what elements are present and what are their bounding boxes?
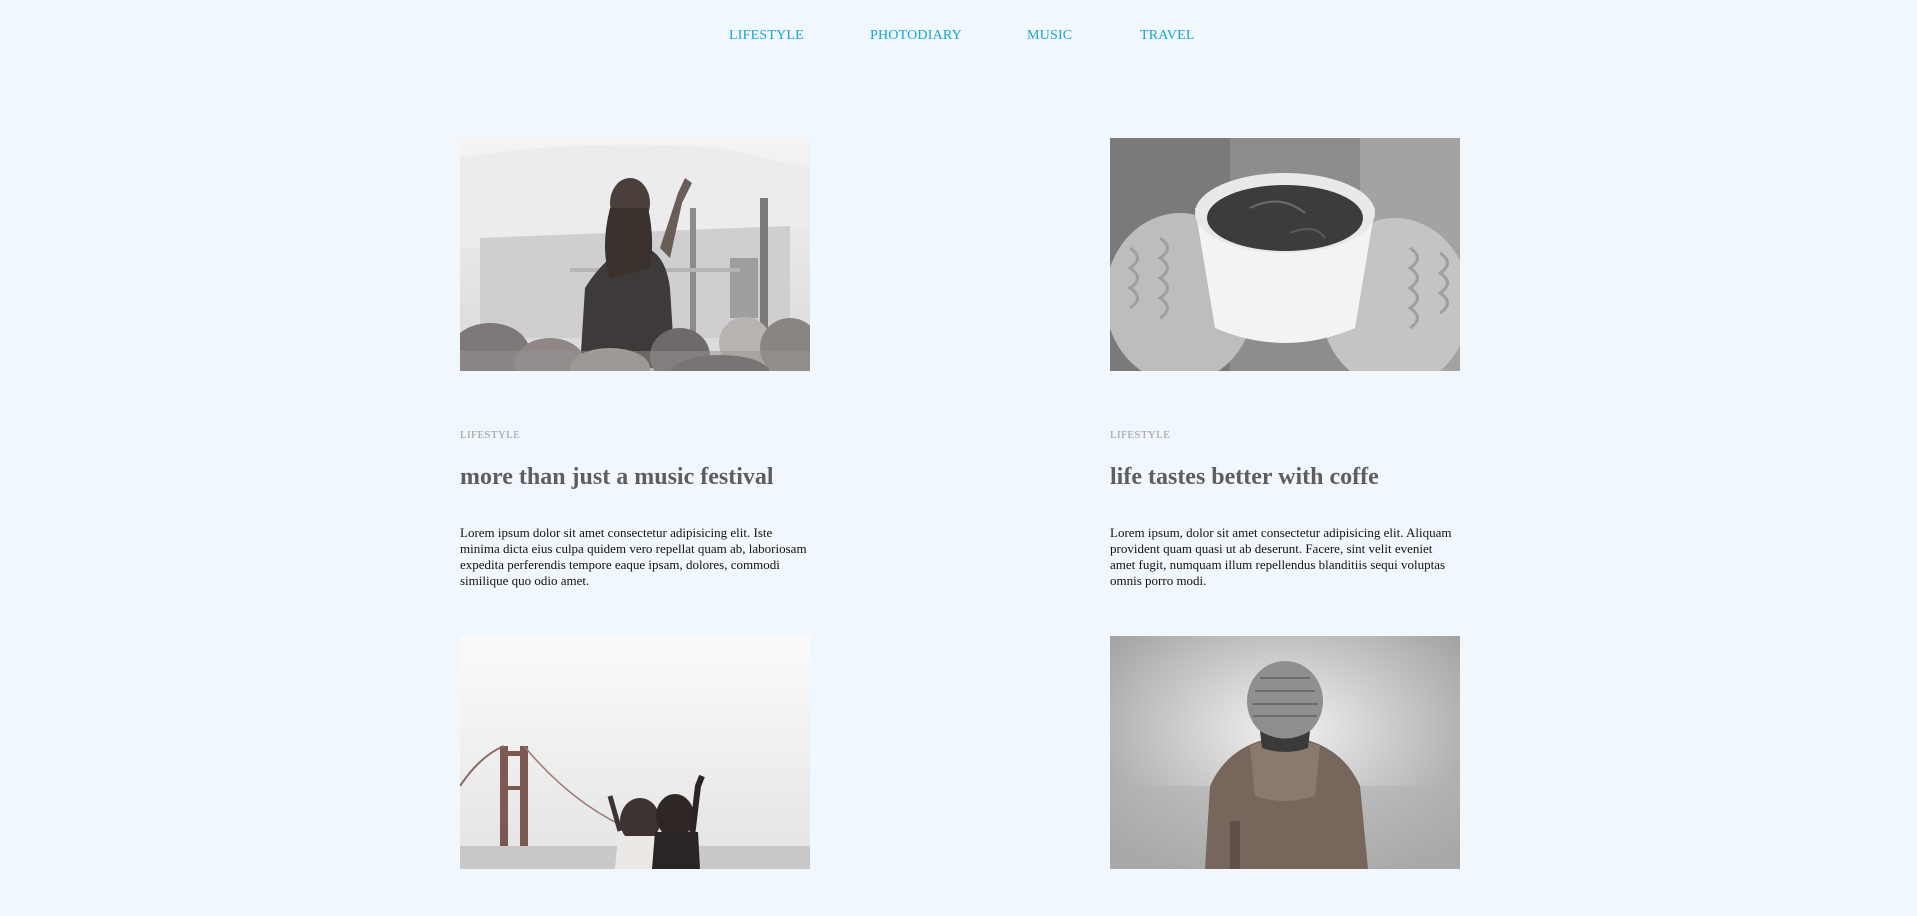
- post-image-person-beanie[interactable]: [1110, 636, 1460, 869]
- nav-link-travel[interactable]: TRAVEL: [1140, 28, 1195, 44]
- post-image-festival-crowd[interactable]: [460, 138, 810, 371]
- post-image-golden-gate-friends[interactable]: [460, 636, 810, 869]
- post-excerpt: Lorem ipsum dolor sit amet consectetur a…: [460, 525, 807, 588]
- post-card-music-festival: LIFESTYLE more than just a music festiva…: [460, 138, 810, 602]
- post-title[interactable]: life tastes better with coffe: [1110, 462, 1460, 492]
- post-card-coffee: LIFESTYLE life tastes better with coffe …: [1110, 138, 1460, 602]
- post-category: LIFESTYLE: [1110, 429, 1171, 441]
- post-category: LIFESTYLE: [460, 429, 521, 441]
- post-card-bridge: [460, 636, 810, 869]
- nav-link-photodiary[interactable]: PHOTODIARY: [870, 28, 962, 44]
- nav-link-lifestyle[interactable]: LIFESTYLE: [729, 28, 804, 44]
- nav-link-music[interactable]: MUSIC: [1027, 28, 1072, 44]
- main-nav: LIFESTYLE PHOTODIARY MUSIC TRAVEL: [0, 28, 1917, 48]
- post-image-coffee-mittens[interactable]: [1110, 138, 1460, 371]
- post-card-beanie: [1110, 636, 1460, 869]
- post-title[interactable]: more than just a music festival: [460, 462, 810, 492]
- post-excerpt: Lorem ipsum, dolor sit amet consectetur …: [1110, 525, 1452, 588]
